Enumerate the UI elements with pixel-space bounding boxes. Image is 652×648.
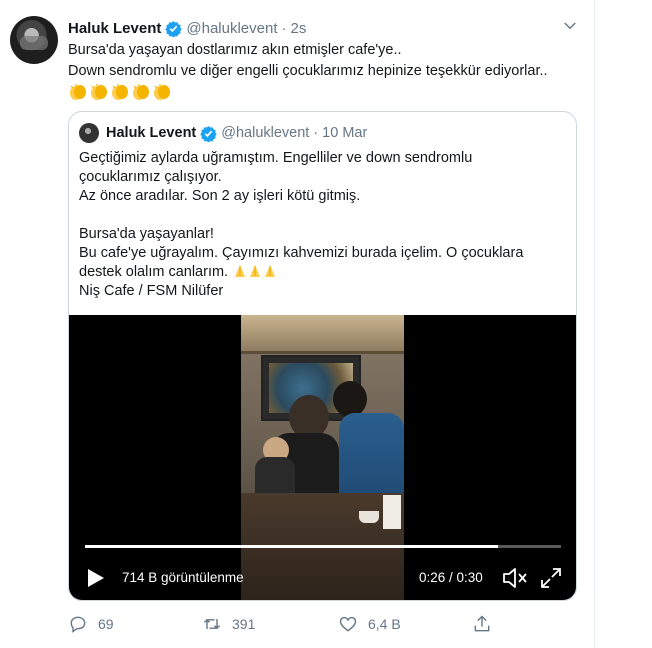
tweet-text-line: Down sendromlu ve diğer engelli çocuklar… [68, 63, 548, 79]
quoted-tweet-text: Geçtiğimiz aylarda uğramıştım. Engellile… [79, 149, 559, 301]
view-count: 714 B görüntülenme [122, 570, 244, 585]
avatar[interactable] [10, 16, 58, 64]
like-button[interactable]: 6,4 B [338, 614, 401, 634]
verified-icon [165, 20, 183, 37]
tweet-text-line: Bursa'da yaşayan dostlarımız akın etmişl… [68, 42, 402, 58]
quoted-text-line: Niş Cafe / FSM Nilüfer [79, 283, 224, 299]
quoted-text-line: destek olalım canlarım. [79, 263, 559, 282]
tweet-header: Haluk Levent @haluklevent · 2s [68, 18, 306, 38]
separator: · [313, 125, 319, 141]
video-player[interactable]: 714 B görüntülenme 0:26 / 0:30 [69, 315, 576, 600]
reply-button[interactable]: 69 [68, 614, 114, 634]
share-icon [474, 615, 490, 632]
clapping-hands-icon [70, 84, 86, 100]
video-progress-bar[interactable] [85, 545, 561, 548]
quoted-text-line: çocuklarımız çalışıyor. [79, 169, 222, 185]
clapping-hands-icon [112, 84, 128, 100]
heart-icon [339, 616, 357, 632]
video-time: 0:26 / 0:30 [419, 570, 483, 585]
quoted-text-span: destek olalım canlarım. [79, 264, 229, 280]
page: Haluk Levent @haluklevent · 2s Bursa'da … [0, 0, 652, 648]
tweet[interactable]: Haluk Levent @haluklevent · 2s Bursa'da … [0, 0, 594, 648]
tweet-actions: 69 391 6,4 B [68, 614, 568, 636]
retweet-count: 391 [232, 616, 256, 632]
retweet-button[interactable]: 391 [202, 614, 255, 634]
clapping-hands-icon [91, 84, 107, 100]
clapping-emoji-row [68, 83, 588, 101]
author-handle[interactable]: @haluklevent [186, 20, 277, 37]
timestamp: 10 Mar [322, 125, 368, 141]
author-name: Haluk Levent [106, 125, 197, 141]
quoted-text-line: Geçtiğimiz aylarda uğramıştım. Engellile… [79, 150, 473, 166]
reply-icon [70, 616, 86, 633]
video-progress-fill [85, 545, 498, 548]
quoted-text-line: Bursa'da yaşayanlar! [79, 226, 214, 242]
tweet-text: Bursa'da yaşayan dostlarımız akın etmişl… [68, 40, 588, 101]
chevron-down-icon[interactable] [561, 17, 579, 35]
volume-muted-icon[interactable] [502, 566, 528, 590]
verified-icon [200, 125, 217, 142]
folded-hands-icon [235, 265, 246, 277]
divider [594, 0, 595, 648]
retweet-icon [203, 618, 221, 630]
video-frame [241, 315, 404, 600]
quoted-tweet-header: Haluk Levent @haluklevent · 10 Mar [79, 122, 367, 144]
play-icon[interactable] [84, 567, 106, 589]
reply-count: 69 [98, 616, 114, 632]
fullscreen-icon[interactable] [539, 566, 563, 590]
separator: · [281, 19, 287, 37]
avatar [79, 123, 99, 143]
folded-hands-icon [250, 265, 261, 277]
quoted-text-line: Bu cafe'ye uğrayalım. Çayımızı kahvemizi… [79, 245, 524, 261]
author-name[interactable]: Haluk Levent [68, 20, 161, 37]
timestamp[interactable]: 2s [291, 20, 307, 37]
author-handle: @haluklevent [221, 125, 310, 141]
like-count: 6,4 B [368, 616, 401, 632]
folded-hands-icon [265, 265, 276, 277]
clapping-hands-icon [133, 84, 149, 100]
clapping-hands-icon [154, 84, 170, 100]
quoted-tweet[interactable]: Haluk Levent @haluklevent · 10 Mar Geçti… [68, 111, 577, 601]
share-button[interactable] [472, 614, 502, 634]
quoted-text-line: Az önce aradılar. Son 2 ay işleri kötü g… [79, 188, 361, 204]
